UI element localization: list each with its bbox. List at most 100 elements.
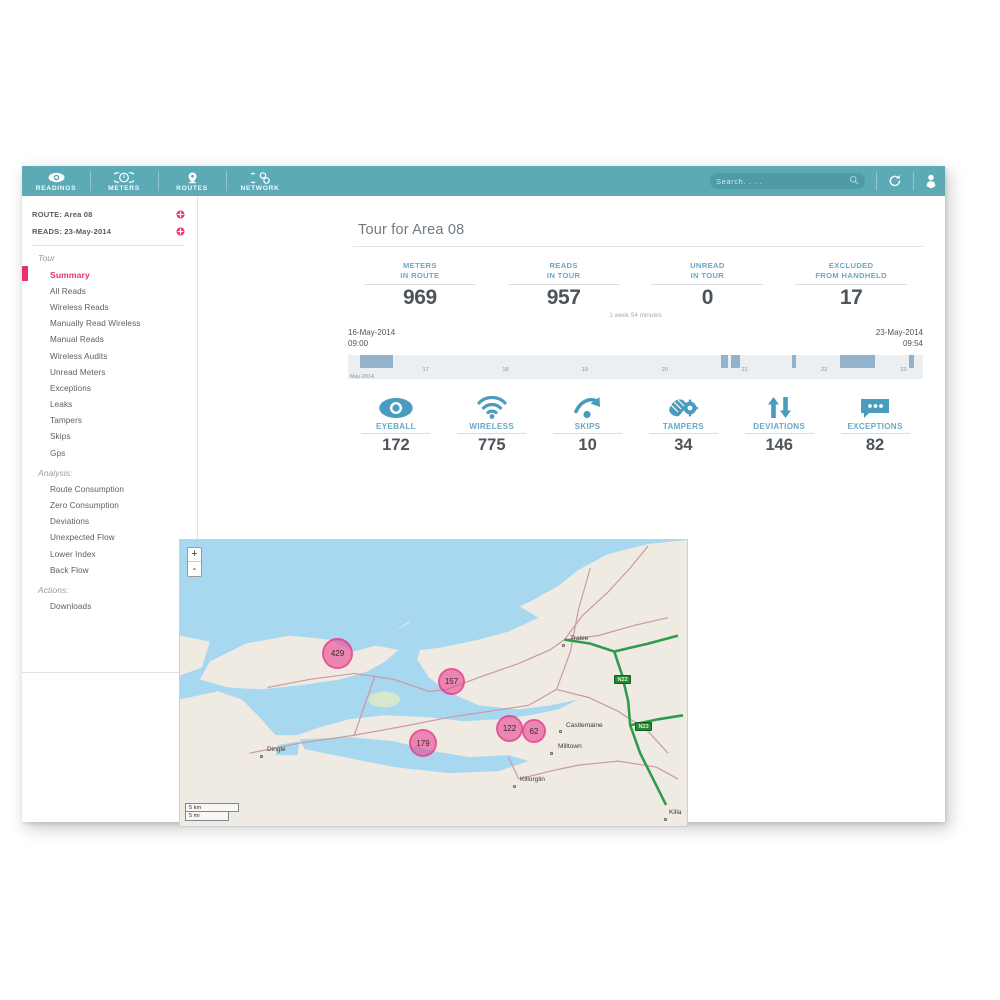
kpi-divider <box>651 284 763 285</box>
road-shield-n22: N22 <box>614 675 631 684</box>
kpi-label-line1: METERS <box>348 261 492 271</box>
zoom-out-button[interactable]: - <box>188 562 201 576</box>
metric-eyeball[interactable]: EYEBALL 172 <box>348 393 444 455</box>
metrics-row: EYEBALL 172 WIRELESS <box>348 393 923 455</box>
kpi-meters-in-route: METERS IN ROUTE 969 <box>348 261 492 310</box>
map-marker-cluster[interactable]: 429 <box>322 638 353 669</box>
kpi-value: 957 <box>492 286 636 310</box>
metric-wireless[interactable]: WIRELESS 775 <box>444 393 540 455</box>
nav-label-meters: METERS <box>108 185 140 192</box>
sidebar-item-label: Manual Reads <box>50 335 104 344</box>
place-label-tralee: Tralee <box>570 635 588 642</box>
body-area: ROUTE: Area 08 READS: 23-May-2014 <box>22 196 945 822</box>
sidebar-item-wireless-audits[interactable]: Wireless Audits <box>22 348 197 364</box>
metric-tampers[interactable]: TAMPERS 34 <box>635 393 731 455</box>
timeline-block <box>840 355 875 368</box>
sidebar-item-downloads[interactable]: Downloads <box>22 598 197 614</box>
sidebar-item-wireless-reads[interactable]: Wireless Reads <box>22 299 197 315</box>
nav-item-network[interactable]: NETWORK <box>226 166 294 196</box>
sidebar-item-skips[interactable]: Skips <box>22 429 197 445</box>
refresh-icon[interactable] <box>888 174 902 188</box>
speech-bubble-icon <box>827 393 923 419</box>
sidebar-item-manually-read-wireless[interactable]: Manually Read Wireless <box>22 316 197 332</box>
skip-arrow-icon <box>540 393 636 419</box>
map-scale-control: 5 km 5 mi <box>185 803 239 821</box>
nav-item-meters[interactable]: METERS <box>90 166 158 196</box>
map-marker-cluster[interactable]: 157 <box>438 668 465 695</box>
kpi-label-line1: READS <box>492 261 636 271</box>
sidebar-item-leaks[interactable]: Leaks <box>22 397 197 413</box>
sidebar-item-tampers[interactable]: Tampers <box>22 413 197 429</box>
kpi-label: METERS IN ROUTE <box>348 261 492 281</box>
timeline-end-time: 09:54 <box>876 339 923 350</box>
sidebar-item-label: Tampers <box>50 416 82 425</box>
kpi-value: 969 <box>348 286 492 310</box>
sidebar-item-manual-reads[interactable]: Manual Reads <box>22 332 197 348</box>
kpi-divider <box>508 284 620 285</box>
search-icon[interactable] <box>849 172 859 190</box>
context-row-reads: READS: 23-May-2014 <box>22 223 197 240</box>
duration-note: 1 week 54 minutes <box>198 312 945 319</box>
metric-exceptions[interactable]: EXCEPTIONS 82 <box>827 393 923 455</box>
kpi-value: 17 <box>779 286 923 310</box>
map-zoom-controls[interactable]: + - <box>187 547 202 577</box>
place-label-dingle: Dingle <box>267 746 286 753</box>
metric-divider <box>745 433 814 434</box>
timeline-start-date: 16-May-2014 <box>348 328 395 339</box>
metric-skips[interactable]: SKIPS 10 <box>540 393 636 455</box>
kpi-label-line1: EXCLUDED <box>779 261 923 271</box>
up-down-arrows-icon <box>731 393 827 419</box>
user-avatar-icon[interactable] <box>925 174 937 189</box>
sidebar-item-deviations[interactable]: Deviations <box>22 514 197 530</box>
timeline-activity-bar[interactable]: 17 18 19 20 21 22 23 May-2014 <box>348 355 923 379</box>
map-marker-cluster[interactable]: 62 <box>522 719 546 743</box>
sidebar-item-lower-index[interactable]: Lower Index <box>22 546 197 562</box>
metric-label: SKIPS <box>540 422 636 431</box>
nav-item-routes[interactable]: ROUTES <box>158 166 226 196</box>
map-marker-cluster[interactable]: 179 <box>409 729 437 757</box>
sidebar-item-gps[interactable]: Gps <box>22 445 197 461</box>
zoom-in-button[interactable]: + <box>188 548 201 562</box>
context-label-route: ROUTE: Area 08 <box>32 210 92 219</box>
timeline-dates: 16-May-2014 09:00 23-May-2014 09:54 <box>348 328 923 349</box>
sidebar-item-summary[interactable]: Summary <box>22 266 197 283</box>
timeline-tick: 19 <box>582 367 588 373</box>
sidebar-item-zero-consumption[interactable]: Zero Consumption <box>22 497 197 513</box>
sidebar-item-exceptions[interactable]: Exceptions <box>22 380 197 396</box>
nav-label-routes: ROUTES <box>176 185 208 192</box>
eye-icon <box>48 171 65 184</box>
sidebar-item-all-reads[interactable]: All Reads <box>22 283 197 299</box>
metric-value: 10 <box>540 436 636 455</box>
search-input[interactable] <box>716 177 836 186</box>
sidebar-item-route-consumption[interactable]: Route Consumption <box>22 481 197 497</box>
map-panel[interactable]: + - Tralee Castlemaine Milltown Killorgl… <box>179 539 688 827</box>
meters-gauge-icon <box>114 171 134 184</box>
timeline-tick: 21 <box>742 367 748 373</box>
route-pin-icon <box>186 171 199 184</box>
timeline-end-date: 23-May-2014 <box>876 328 923 339</box>
sidebar-item-back-flow[interactable]: Back Flow <box>22 562 197 578</box>
context-label-reads: READS: 23-May-2014 <box>32 227 111 236</box>
sidebar-item-label: Deviations <box>50 517 89 526</box>
timeline-block <box>731 355 740 368</box>
context-row-route: ROUTE: Area 08 <box>22 206 197 223</box>
map-canvas <box>180 540 687 827</box>
sidebar-item-label: Summary <box>50 270 90 280</box>
sidebar-item-unread-meters[interactable]: Unread Meters <box>22 364 197 380</box>
search-box[interactable] <box>710 173 865 189</box>
nav-item-readings[interactable]: READINGS <box>22 166 90 196</box>
metric-value: 82 <box>827 436 923 455</box>
sidebar-item-label: Wireless Audits <box>50 352 107 361</box>
map-marker-cluster[interactable]: 122 <box>496 715 523 742</box>
metric-value: 172 <box>348 436 444 455</box>
timeline-block <box>792 355 796 368</box>
sidebar-item-label: Skips <box>50 432 71 441</box>
add-circle-icon[interactable] <box>176 206 185 224</box>
sidebar-item-unexpected-flow[interactable]: Unexpected Flow <box>22 530 197 546</box>
wifi-icon <box>444 393 540 419</box>
add-circle-icon-2[interactable] <box>176 223 185 241</box>
kpi-label-line1: UNREAD <box>636 261 780 271</box>
metric-deviations[interactable]: DEVIATIONS 146 <box>731 393 827 455</box>
metric-value: 146 <box>731 436 827 455</box>
timeline-month-label: May-2014 <box>350 374 374 380</box>
